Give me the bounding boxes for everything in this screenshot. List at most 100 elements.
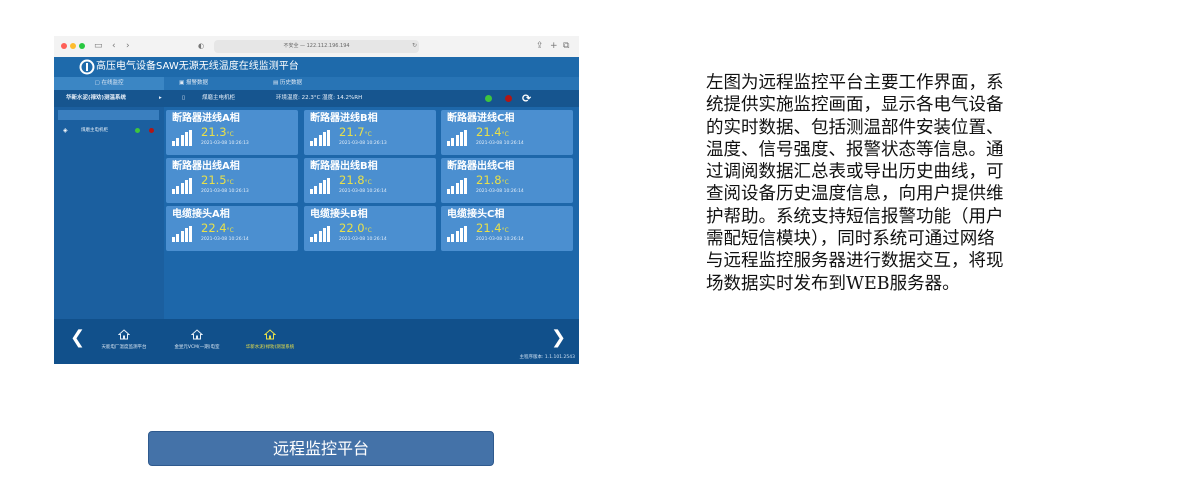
minimize-window-dot[interactable] (70, 43, 76, 49)
online-status-dot (485, 95, 492, 102)
sensor-name: 断路器进线B相 (310, 113, 378, 124)
refresh-icon[interactable]: ⟳ (522, 90, 531, 107)
node-ok-dot (135, 128, 140, 133)
sensor-name: 断路器进线A相 (172, 113, 240, 124)
temperature-unit: °C (226, 227, 234, 234)
description-line: 温度、信号强度、报警状态等信息。通 (706, 139, 1004, 160)
node-alarm-dot (149, 128, 154, 133)
alarm-list-icon: ▣ (179, 80, 186, 86)
temperature-unit: °C (501, 131, 509, 138)
address-bar[interactable]: 不安全 — 122.112.196.194 (214, 40, 419, 53)
sensor-card[interactable]: 断路器进线C相 21.4°C 2021-03-08 10:26:14 (441, 110, 573, 155)
temperature-unit: °C (501, 227, 509, 234)
description-line: 查阅设备历史温度信息，向用户提供维 (706, 184, 1004, 205)
sensor-name: 电缆接头A相 (172, 209, 230, 220)
sensor-name: 断路器出线A相 (172, 161, 240, 172)
cabinet-icon: ▯ (182, 95, 186, 101)
reading-timestamp: 2021-03-08 10:26:13 (201, 189, 249, 194)
sensor-card-grid: 断路器进线A相 21.3°C 2021-03-08 10:26:13 断路器进线B相 2… (164, 107, 579, 319)
location-bar: 华新水泥(禄劝)测温系统 ▸ ▯ 煤磨主电机柜 环境温度: 22.3°C 湿度:… (54, 90, 579, 107)
reading-timestamp: 2021-03-08 10:26:14 (476, 141, 524, 146)
remote-monitoring-screenshot: ▭ ‹ › ◐ 不安全 — 122.112.196.194 ↻ ⇪ + ⧉ 高压… (54, 36, 579, 364)
reading-timestamp: 2021-03-08 10:26:13 (201, 141, 249, 146)
reading-timestamp: 2021-03-08 10:26:14 (201, 237, 249, 242)
app-logo-icon (79, 59, 95, 75)
signal-strength-icon (310, 130, 332, 146)
sensor-name: 断路器进线C相 (447, 113, 515, 124)
sensor-card[interactable]: 电缆接头C相 21.4°C 2021-03-08 10:26:14 (441, 206, 573, 251)
sensor-card[interactable]: 断路器进线A相 21.3°C 2021-03-08 10:26:13 (166, 110, 298, 155)
close-window-dot[interactable] (61, 43, 67, 49)
tree-search-input[interactable] (58, 110, 159, 120)
back-icon[interactable]: ‹ (112, 40, 116, 52)
location-pin-icon: ◈ (63, 127, 68, 134)
reading-timestamp: 2021-03-08 10:26:13 (339, 141, 387, 146)
temperature-value: 21.7°C (339, 125, 372, 139)
temperature-value: 21.8°C (476, 173, 509, 187)
temperature-value: 21.4°C (476, 125, 509, 139)
description-line: 护帮助。系统支持短信报警功能（用户 (706, 206, 1004, 227)
sensor-card[interactable]: 断路器出线B相 21.8°C 2021-03-08 10:26:14 (304, 158, 436, 203)
description-line: 左图为远程监控平台主要工作界面，系 (706, 73, 1004, 93)
sensor-card[interactable]: 断路器进线B相 21.7°C 2021-03-08 10:26:13 (304, 110, 436, 155)
signal-strength-icon (447, 178, 469, 194)
sensor-name: 断路器出线B相 (310, 161, 378, 172)
tab-overview-icon[interactable]: ⧉ (563, 40, 569, 52)
temperature-unit: °C (364, 227, 372, 234)
app-title-bar: 高压电气设备SAW无源无线温度在线监测平台 (54, 57, 579, 77)
signal-strength-icon (447, 130, 469, 146)
privacy-shield-icon: ◐ (198, 42, 205, 50)
description-line: 的实时数据、包括测温部件安装位置、 (706, 117, 1004, 138)
home-icon (263, 329, 277, 340)
reading-timestamp: 2021-03-08 10:26:14 (339, 189, 387, 194)
tab-online-monitoring[interactable]: ▢ 在线监控 (54, 77, 164, 90)
expand-arrow-icon[interactable]: ▸ (159, 90, 162, 107)
signal-strength-icon (447, 226, 469, 242)
home-icon (117, 329, 131, 340)
cabinet-name: 煤磨主电机柜 (202, 95, 236, 101)
sidebar-toggle-icon[interactable]: ▭ (94, 40, 103, 52)
temperature-value: 21.4°C (476, 221, 509, 235)
temperature-unit: °C (226, 179, 234, 186)
sensor-name: 电缆接头B相 (310, 209, 368, 220)
system-name: 华新水泥(禄劝)测温系统 (66, 95, 127, 101)
browser-toolbar: ▭ ‹ › ◐ 不安全 — 122.112.196.194 ↻ ⇪ + ⧉ (54, 36, 579, 58)
sensor-name: 电缆接头C相 (447, 209, 505, 220)
next-site-arrow-icon[interactable]: ❯ (551, 329, 566, 347)
forward-icon[interactable]: › (126, 40, 130, 52)
reading-timestamp: 2021-03-08 10:26:14 (476, 189, 524, 194)
sensor-card[interactable]: 电缆接头B相 22.0°C 2021-03-08 10:26:14 (304, 206, 436, 251)
site-huaxin[interactable]: 华新水泥(禄劝)测温系统 (237, 325, 303, 351)
signal-strength-icon (172, 130, 194, 146)
site-jinyuyuan[interactable]: 金昱元VCM(一期)电室 (167, 325, 227, 351)
new-tab-icon[interactable]: + (550, 40, 558, 52)
signal-strength-icon (310, 226, 332, 242)
tab-alarm-data[interactable]: ▣ 报警数据 (179, 77, 208, 90)
temperature-value: 21.3°C (201, 125, 234, 139)
sensor-card[interactable]: 断路器出线C相 21.8°C 2021-03-08 10:26:14 (441, 158, 573, 203)
sensor-name: 断路器出线C相 (447, 161, 515, 172)
temperature-value: 21.5°C (201, 173, 234, 187)
signal-strength-icon (310, 178, 332, 194)
temperature-value: 21.8°C (339, 173, 372, 187)
sensor-card[interactable]: 断路器出线A相 21.5°C 2021-03-08 10:26:13 (166, 158, 298, 203)
tree-node-cabinet[interactable]: ◈ 煤磨主电机柜 (57, 126, 161, 136)
temperature-unit: °C (226, 131, 234, 138)
main-tabs: ▢ 在线监控 ▣ 报警数据 ▤ 历史数据 (54, 77, 579, 90)
zoom-window-dot[interactable] (79, 43, 85, 49)
environment-readout: 环境温度: 22.3°C 湿度: 14.2%RH (276, 95, 363, 101)
description-line: 场数据实时发布到WEB服务器。 (706, 273, 960, 294)
description-line: 需配短信模块），同时系统可通过网络 (706, 229, 995, 250)
description-line: 过调阅数据汇总表或导出历史曲线，可 (706, 162, 1004, 183)
signal-strength-icon (172, 226, 194, 242)
share-icon[interactable]: ⇪ (536, 40, 544, 52)
reload-icon[interactable]: ↻ (412, 40, 417, 52)
site-tianneng[interactable]: 天能电厂温度监测平台 (94, 325, 154, 351)
device-tree-panel: ◈ 煤磨主电机柜 (54, 107, 164, 319)
history-icon: ▤ (273, 80, 280, 86)
tab-history-data[interactable]: ▤ 历史数据 (273, 77, 302, 90)
site-navigation-bar: ❮ 天能电厂温度监测平台 金昱元VCM(一期)电室 华新水泥(禄劝)测温系统 ❯… (54, 319, 579, 364)
sensor-card[interactable]: 电缆接头A相 22.4°C 2021-03-08 10:26:14 (166, 206, 298, 251)
previous-site-arrow-icon[interactable]: ❮ (70, 329, 85, 347)
temperature-unit: °C (364, 131, 372, 138)
